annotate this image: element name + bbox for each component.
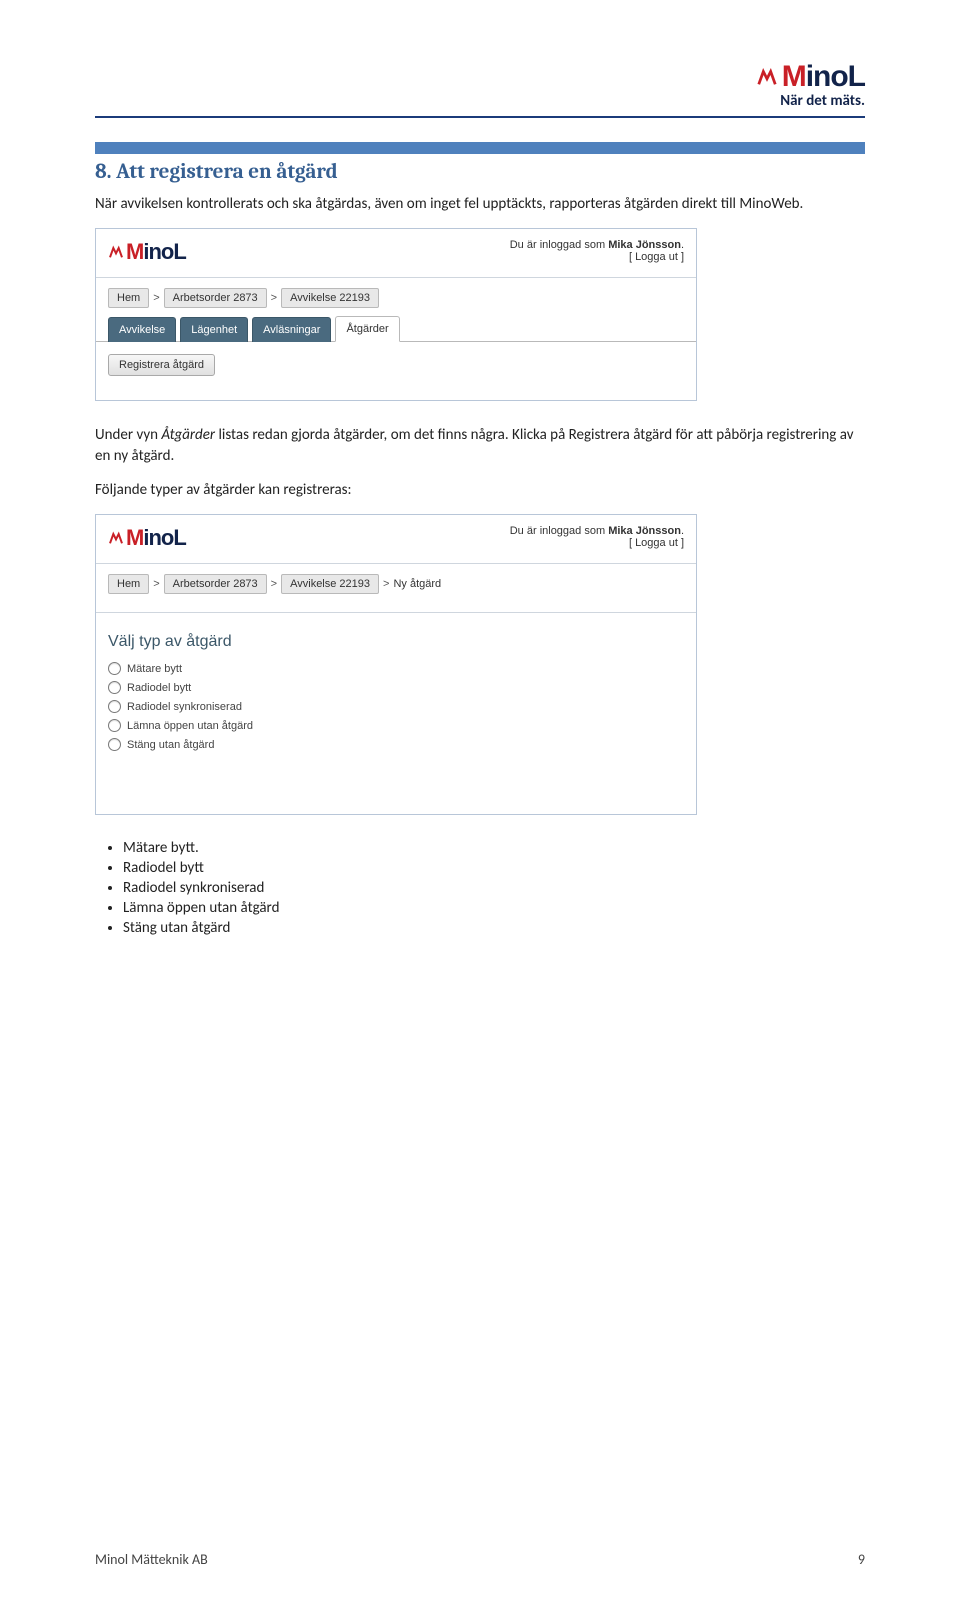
- logout-link[interactable]: [ Logga ut ]: [629, 251, 684, 263]
- tab-atgarder[interactable]: Åtgärder: [335, 316, 399, 342]
- brand-mark-icon: [756, 66, 778, 88]
- list-item: Lämna öppen utan åtgärd: [123, 899, 865, 917]
- app-brand-name: MinoL: [126, 239, 186, 265]
- radio-icon: [108, 738, 121, 751]
- radio-option[interactable]: Radiodel bytt: [108, 678, 684, 697]
- footer-page-number: 9: [858, 1551, 865, 1568]
- radio-icon: [108, 681, 121, 694]
- panel-title: Välj typ av åtgärd: [108, 633, 684, 651]
- radio-label: Mätare bytt: [127, 663, 182, 675]
- breadcrumb-item[interactable]: Hem: [108, 574, 149, 594]
- list-item: Radiodel synkroniserad: [123, 879, 865, 897]
- section-para-3: Följande typer av åtgärder kan registrer…: [95, 480, 865, 500]
- registrera-atgard-button[interactable]: Registrera åtgärd: [108, 354, 215, 376]
- radio-option[interactable]: Mätare bytt: [108, 659, 684, 678]
- breadcrumb-item[interactable]: Arbetsorder 2873: [164, 288, 267, 308]
- tab-avlasningar[interactable]: Avläsningar: [252, 317, 331, 342]
- radio-icon: [108, 700, 121, 713]
- login-username: Mika Jönsson: [608, 239, 681, 251]
- section-para-1: När avvikelsen kontrollerats och ska åtg…: [95, 194, 865, 214]
- screenshot-atgarder-tab: MinoL Du är inloggad som Mika Jönsson. […: [95, 228, 697, 401]
- list-item: Mätare bytt.: [123, 839, 865, 857]
- radio-label: Radiodel synkroniserad: [127, 701, 242, 713]
- breadcrumb: Hem > Arbetsorder 2873 > Avvikelse 22193: [96, 284, 696, 314]
- brand-rest: inoL: [806, 60, 865, 93]
- radio-option[interactable]: Lämna öppen utan åtgärd: [108, 716, 684, 735]
- breadcrumb-item[interactable]: Avvikelse 22193: [281, 288, 379, 308]
- action-type-list: Mätare bytt. Radiodel bytt Radiodel synk…: [123, 839, 865, 937]
- tab-bar: Avvikelse Lägenhet Avläsningar Åtgärder: [96, 314, 696, 342]
- breadcrumb-item[interactable]: Hem: [108, 288, 149, 308]
- radio-icon: [108, 662, 121, 675]
- list-item: Radiodel bytt: [123, 859, 865, 877]
- login-status: Du är inloggad som Mika Jönsson. [ Logga…: [510, 525, 684, 549]
- brand-red: M: [782, 60, 806, 93]
- tab-avvikelse[interactable]: Avvikelse: [108, 317, 176, 342]
- breadcrumb-current: Ny åtgärd: [393, 578, 441, 590]
- breadcrumb-item[interactable]: Avvikelse 22193: [281, 574, 379, 594]
- chevron-right-icon: >: [271, 292, 277, 304]
- section-para-2: Under vyn Åtgärder listas redan gjorda å…: [95, 425, 865, 466]
- chevron-right-icon: >: [153, 292, 159, 304]
- radio-label: Lämna öppen utan åtgärd: [127, 720, 253, 732]
- brand-mark-icon: [108, 530, 124, 546]
- section-heading: 8. Att registrera en åtgärd: [95, 160, 865, 184]
- login-prefix: Du är inloggad som: [510, 239, 608, 251]
- section-bar: [95, 142, 865, 154]
- footer-company: Minol Mätteknik AB: [95, 1551, 208, 1568]
- chevron-right-icon: >: [383, 578, 389, 590]
- brand-mark-icon: [108, 244, 124, 260]
- page-footer: Minol Mätteknik AB 9: [95, 1551, 865, 1568]
- screenshot-ny-atgard: MinoL Du är inloggad som Mika Jönsson. […: [95, 514, 697, 815]
- app-logo: MinoL: [108, 239, 186, 265]
- breadcrumb-item[interactable]: Arbetsorder 2873: [164, 574, 267, 594]
- doc-header: MinoL När det mäts.: [95, 60, 865, 118]
- chevron-right-icon: >: [271, 578, 277, 590]
- brand-tagline: När det mäts.: [780, 92, 865, 110]
- radio-icon: [108, 719, 121, 732]
- radio-label: Stäng utan åtgärd: [127, 739, 214, 751]
- brand-block: MinoL När det mäts.: [756, 60, 865, 110]
- app-brand-name: MinoL: [126, 525, 186, 551]
- logout-link[interactable]: [ Logga ut ]: [629, 537, 684, 549]
- login-status: Du är inloggad som Mika Jönsson. [ Logga…: [510, 239, 684, 263]
- breadcrumb: Hem > Arbetsorder 2873 > Avvikelse 22193…: [96, 570, 696, 600]
- app-logo: MinoL: [108, 525, 186, 551]
- list-item: Stäng utan åtgärd: [123, 919, 865, 937]
- brand-name: MinoL: [782, 60, 865, 94]
- radio-option[interactable]: Stäng utan åtgärd: [108, 735, 684, 754]
- radio-option[interactable]: Radiodel synkroniserad: [108, 697, 684, 716]
- radio-label: Radiodel bytt: [127, 682, 191, 694]
- tab-lagenhet[interactable]: Lägenhet: [180, 317, 248, 342]
- chevron-right-icon: >: [153, 578, 159, 590]
